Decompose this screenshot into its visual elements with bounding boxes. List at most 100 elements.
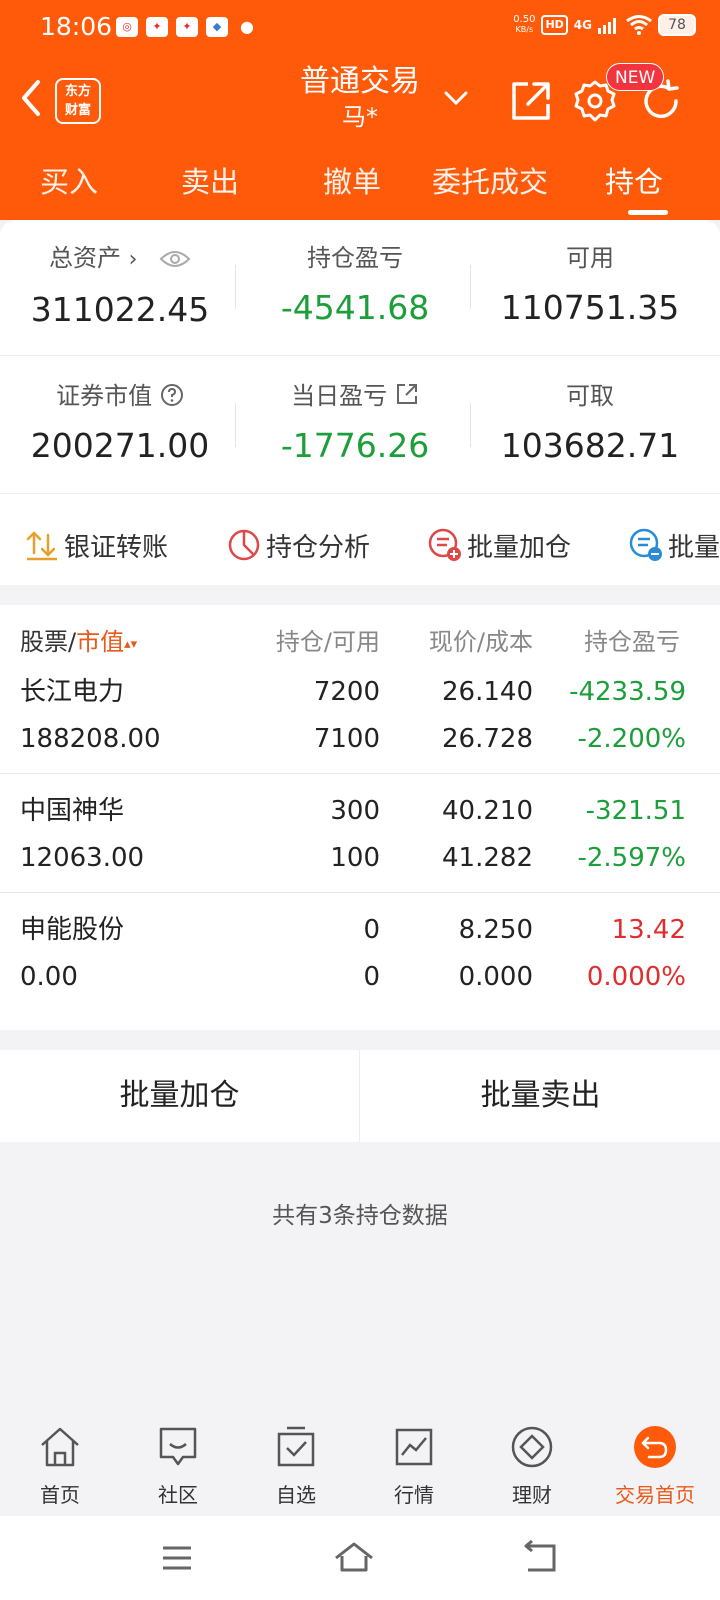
nav-community[interactable]: 社区 [118, 1424, 238, 1510]
chevron-down-icon[interactable] [443, 89, 469, 107]
nav-watchlist-label: 自选 [276, 1483, 316, 1507]
total-assets-stat[interactable]: 总资产 › 311022.45 [0, 242, 240, 332]
stock-cost: 0.000 [458, 962, 533, 992]
tab-buy[interactable]: 买入 [40, 164, 98, 200]
status-bar: 18:06 ◎ ✦ ✦ ◆ ● 0.50 KB/s HD 4G 78 [0, 0, 720, 56]
tab-orders[interactable]: 委托成交 [432, 164, 548, 200]
home-button-icon[interactable] [332, 1536, 376, 1580]
header-stock-label: 股票/ [20, 628, 77, 656]
header: 东方 财富 普通交易 马* NEW [0, 56, 720, 146]
hd-icon: HD [541, 15, 568, 35]
back-button-icon[interactable] [518, 1536, 562, 1580]
quick-actions: 银证转账 持仓分析 批量加仓 批量 [0, 505, 720, 585]
watchlist-icon [277, 1426, 315, 1467]
bank-transfer-button[interactable]: 银证转账 [24, 525, 168, 565]
stock-pl-percent: -2.597% [577, 843, 686, 873]
stock-position: 0 [363, 915, 380, 945]
notification-app-icon: ◆ [206, 17, 228, 37]
stock-market-value: 188208.00 [20, 724, 161, 754]
column-header-price[interactable]: 现价/成本 [393, 625, 533, 659]
trade-home-icon [634, 1426, 676, 1468]
market-value-label: 证券市值 [56, 382, 153, 410]
stock-pl-percent: -2.200% [577, 724, 686, 754]
stock-pl: 13.42 [611, 915, 686, 945]
stock-name: 长江电力 [20, 677, 125, 707]
home-icon [41, 1427, 79, 1467]
position-analysis-label: 持仓分析 [266, 532, 371, 563]
wifi-icon [626, 15, 652, 35]
daily-pl-stat[interactable]: 当日盈亏 -1776.26 [235, 380, 475, 468]
help-icon[interactable] [160, 383, 184, 407]
total-assets-value: 311022.45 [30, 290, 210, 329]
stock-cost: 26.728 [442, 724, 533, 754]
tab-cancel[interactable]: 撤单 [323, 164, 381, 200]
stock-market-value: 12063.00 [20, 843, 145, 873]
available-label: 可用 [566, 244, 614, 272]
chevron-right-icon: › [128, 247, 138, 272]
nav-home[interactable]: 首页 [0, 1424, 120, 1510]
position-pl-label: 持仓盈亏 [307, 244, 403, 272]
stock-price: 26.140 [442, 677, 533, 707]
stock-price: 40.210 [442, 796, 533, 826]
batch-sell-button[interactable]: 批量卖出 [361, 1050, 720, 1142]
eye-icon[interactable] [159, 248, 191, 270]
system-nav-bar [0, 1516, 720, 1600]
batch-add-button[interactable]: 批量加仓 [427, 525, 571, 565]
nav-watchlist[interactable]: 自选 [236, 1424, 356, 1510]
market-value-value: 200271.00 [30, 426, 210, 465]
net-speed: 0.50 KB/s [513, 15, 535, 35]
notification-app-icon: ◎ [116, 17, 138, 37]
daily-pl-value: -1776.26 [280, 426, 430, 465]
market-icon [395, 1428, 433, 1466]
stock-name: 中国神华 [20, 796, 125, 826]
notification-app-icon: ✦ [146, 17, 168, 37]
divider [0, 493, 720, 494]
community-icon [159, 1427, 197, 1466]
app-logo: 东方 财富 [55, 78, 101, 124]
batch-add-position-button[interactable]: 批量加仓 [0, 1050, 359, 1142]
nav-market[interactable]: 行情 [354, 1424, 474, 1510]
notification-app-icon: ✦ [176, 17, 198, 37]
batch-action-label: 批量 [668, 532, 720, 563]
tab-sell[interactable]: 卖出 [181, 164, 239, 200]
external-link-icon[interactable] [395, 382, 419, 406]
daily-pl-label: 当日盈亏 [291, 382, 388, 410]
tab-positions[interactable]: 持仓 [605, 164, 663, 200]
withdrawable-value: 103682.71 [500, 426, 680, 465]
stock-pl: -321.51 [585, 796, 686, 826]
batch-action-button[interactable]: 批量 [628, 525, 720, 565]
market-value-stat[interactable]: 证券市值 200271.00 [0, 380, 240, 468]
withdrawable-label: 可取 [566, 382, 614, 410]
stock-price: 8.250 [458, 915, 533, 945]
share-icon[interactable] [508, 78, 554, 124]
available-stat: 可用 110751.35 [470, 242, 710, 330]
menu-icon[interactable] [155, 1536, 199, 1580]
available-value: 110751.35 [500, 288, 680, 327]
header-market-value-label: 市值 [76, 628, 125, 656]
stock-market-value: 0.00 [20, 962, 78, 992]
holdings-count-text: 共有3条持仓数据 [272, 1203, 448, 1229]
column-header-stock[interactable]: 股票/市值▴▾ [20, 625, 137, 662]
account-selector[interactable]: 普通交易 马* [270, 62, 450, 132]
nav-trade-home[interactable]: 交易首页 [590, 1424, 720, 1510]
daily-pl-label-row: 当日盈亏 [235, 380, 475, 412]
new-badge: NEW [606, 63, 665, 91]
stock-available: 0 [363, 962, 380, 992]
net-speed-unit: KB/s [515, 25, 534, 34]
nav-wealth[interactable]: 理财 [472, 1424, 592, 1510]
account-name: 马* [342, 103, 378, 131]
market-value-label-row: 证券市值 [0, 380, 240, 412]
column-header-position[interactable]: 持仓/可用 [240, 625, 380, 659]
signal-icon [598, 18, 616, 34]
back-icon[interactable] [16, 76, 46, 120]
column-header-pl[interactable]: 持仓盈亏 [584, 625, 720, 659]
status-indicators: 0.50 KB/s HD 4G 78 [513, 14, 696, 36]
network-type: 4G [573, 18, 592, 32]
divider [0, 355, 720, 356]
holdings-table: 股票/市值▴▾ 持仓/可用 现价/成本 持仓盈亏 长江电力 188208.00 … [0, 605, 720, 1030]
position-analysis-button[interactable]: 持仓分析 [226, 525, 370, 565]
total-assets-label-row: 总资产 › [0, 242, 240, 276]
net-speed-value: 0.50 [513, 14, 536, 25]
nav-trade-home-label: 交易首页 [615, 1483, 695, 1507]
stock-name: 申能股份 [20, 915, 125, 945]
